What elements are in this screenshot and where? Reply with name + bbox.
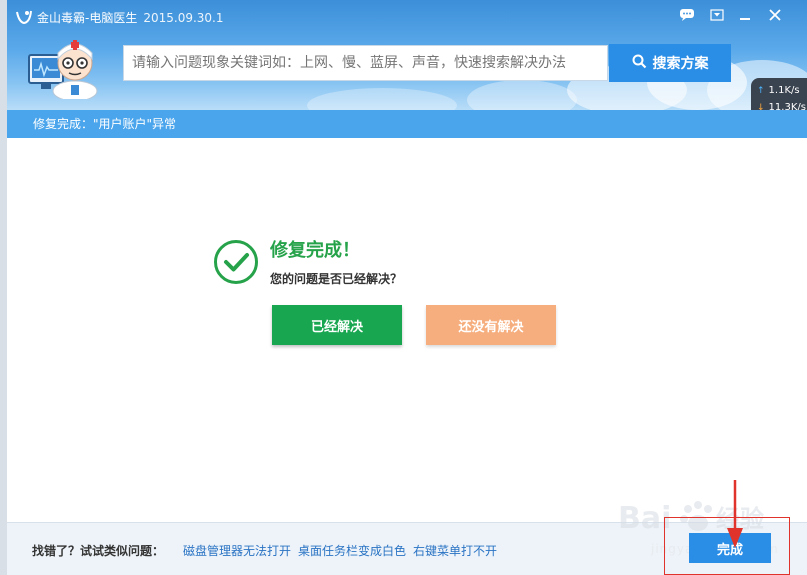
- title-bar: 金山毒霸-电脑医生 2015.09.30.1: [7, 0, 807, 34]
- close-icon[interactable]: [762, 4, 788, 26]
- status-bar: 修复完成："用户账户"异常: [7, 110, 807, 138]
- cloud-decoration: [467, 80, 577, 110]
- solved-button[interactable]: 已经解决: [272, 305, 402, 345]
- search-button-label: 搜索方案: [652, 56, 709, 72]
- similar-issue-link[interactable]: 右键菜单打不开: [413, 542, 497, 559]
- feedback-icon[interactable]: [674, 4, 700, 26]
- annotation-arrow: [722, 478, 748, 552]
- doctor-avatar: [27, 33, 101, 102]
- minimize-icon[interactable]: [732, 4, 758, 26]
- cloud-decoration: [307, 88, 457, 110]
- result-question: 您的问题是否已经解决？: [270, 272, 403, 286]
- search-icon: [632, 54, 647, 73]
- result-title: 修复完成！: [270, 240, 360, 261]
- search-button[interactable]: 搜索方案: [609, 44, 731, 82]
- search-input[interactable]: [123, 45, 608, 81]
- check-circle-icon: [213, 239, 259, 285]
- main-content: [7, 138, 807, 523]
- upload-speed-row: ↑ 1.1K/s: [757, 82, 807, 99]
- unsolved-button[interactable]: 还没有解决: [426, 305, 556, 345]
- status-text: 修复完成："用户账户"异常: [33, 117, 177, 131]
- similar-issue-link[interactable]: 磁盘管理器无法打开: [183, 542, 291, 559]
- similar-issues-label: 找错了？试试类似问题：: [32, 544, 165, 558]
- menu-icon[interactable]: [704, 4, 730, 26]
- window-title: 金山毒霸-电脑医生 2015.09.30.1: [37, 9, 224, 26]
- upload-speed: 1.1K/s: [768, 85, 800, 96]
- upload-arrow-icon: ↑: [757, 85, 765, 96]
- app-name: 金山毒霸-电脑医生: [37, 11, 138, 25]
- app-version: 2015.09.30.1: [143, 11, 224, 25]
- app-window: 金山毒霸-电脑医生 2015.09.30.1 请输入问题现象关键词如：上网、慢、…: [0, 0, 807, 575]
- app-logo-icon: [15, 8, 33, 26]
- similar-issue-link[interactable]: 桌面任务栏变成白色: [298, 542, 406, 559]
